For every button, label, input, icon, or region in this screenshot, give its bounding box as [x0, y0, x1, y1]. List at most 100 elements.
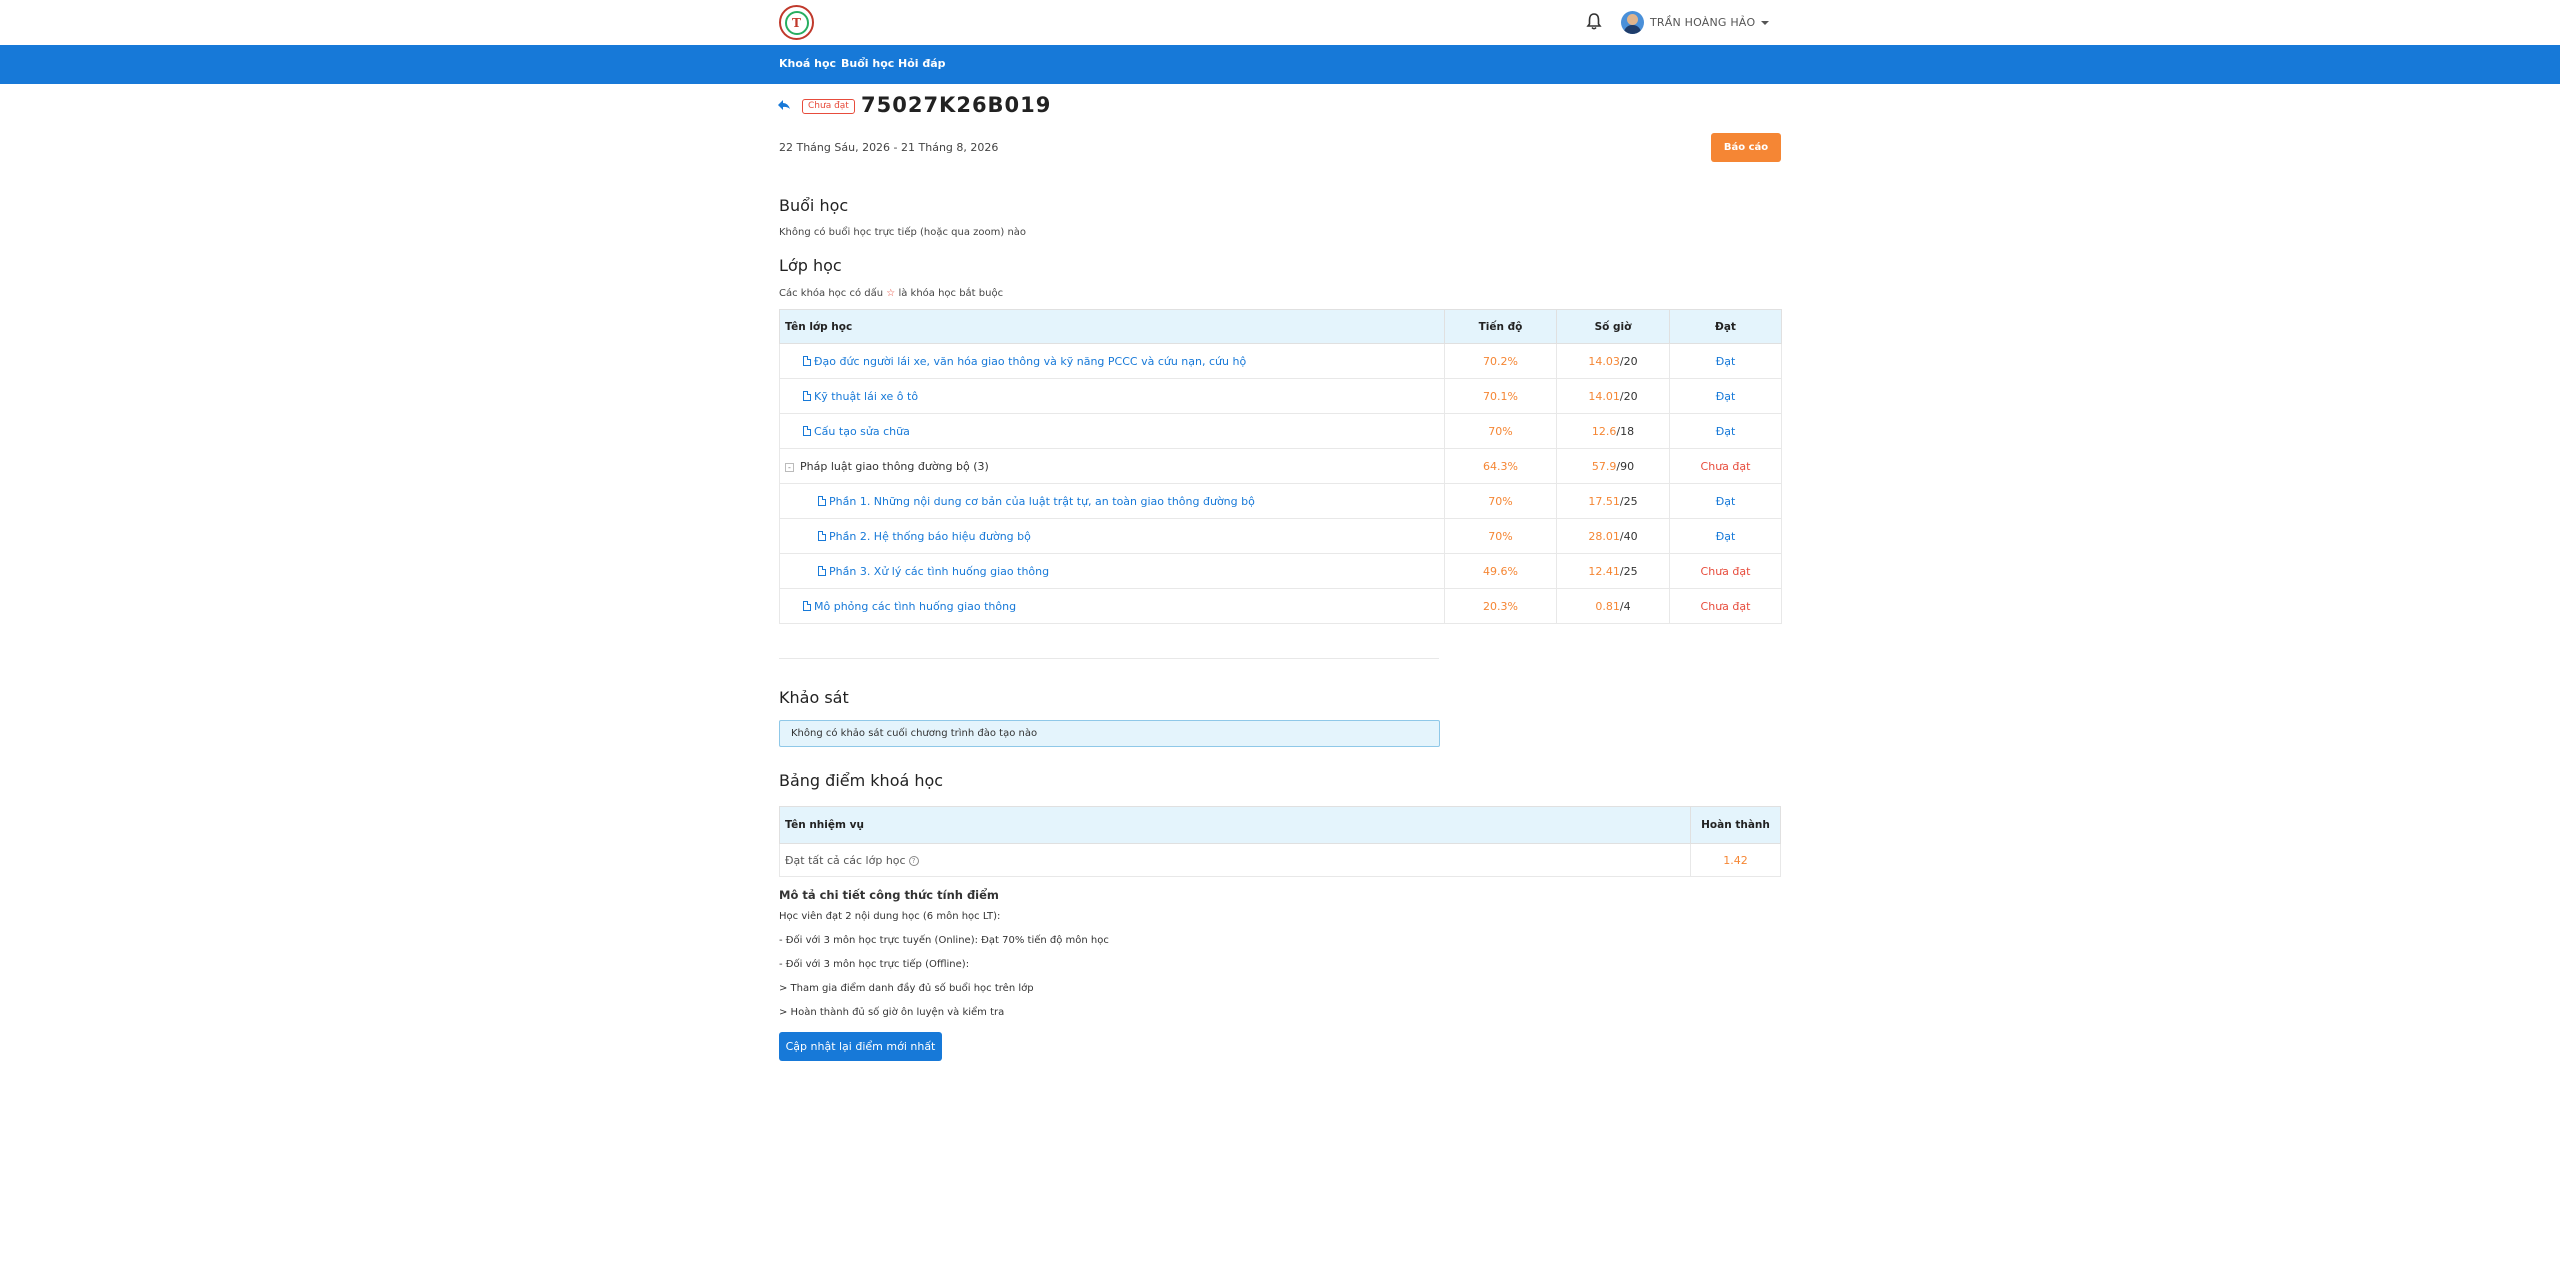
status-badge: Chưa đạt — [802, 99, 855, 114]
date-range: 22 Tháng Sáu, 2026 - 21 Tháng 8, 2026 — [779, 141, 999, 154]
column-header-progress: Tiến độ — [1444, 309, 1557, 344]
formula-line: - Đối với 3 môn học trực tiếp (Offline): — [779, 959, 970, 970]
document-icon — [803, 390, 811, 401]
hours-done: 14.01 — [1588, 389, 1620, 403]
formula-line: > Hoàn thành đủ số giờ ôn luyện và kiểm … — [779, 1007, 1005, 1018]
classes-heading: Lớp học — [779, 256, 842, 275]
bell-icon[interactable] — [1586, 12, 1602, 32]
classes-note-after: là khóa học bắt buộc — [898, 288, 1004, 299]
hours-total: /25 — [1619, 494, 1638, 508]
hours-total: /4 — [1619, 599, 1631, 613]
school-logo[interactable]: T — [779, 5, 814, 40]
document-icon — [803, 425, 811, 436]
progress-cell: 70.1% — [1444, 378, 1557, 414]
column-header-pass: Đạt — [1669, 309, 1782, 344]
logo-emblem: T — [784, 10, 809, 35]
score-value: 1.42 — [1690, 843, 1781, 877]
column-header-task: Tên nhiệm vụ — [779, 806, 1691, 844]
class-link[interactable]: Đạo đức người lái xe, văn hóa giao thông… — [814, 355, 1246, 368]
hours-done: 57.9 — [1591, 459, 1617, 473]
formula-line: - Đối với 3 môn học trực tuyến (Online):… — [779, 935, 1109, 946]
pass-status: Đạt — [1669, 378, 1782, 414]
table-row: Kỹ thuật lái xe ô tô 70.1% 14.01/20 Đạt — [779, 378, 1782, 414]
hours-done: 14.03 — [1588, 354, 1620, 368]
collapse-toggle-icon[interactable]: - — [785, 462, 794, 472]
user-name: TRẦN HOÀNG HẢO — [1650, 16, 1756, 29]
hours-total: /90 — [1616, 459, 1635, 473]
sessions-heading: Buổi học — [779, 196, 849, 215]
hours-total: /18 — [1616, 424, 1635, 438]
hours-cell: 0.81/4 — [1556, 588, 1670, 624]
hours-cell: 57.9/90 — [1556, 448, 1670, 484]
class-link[interactable]: Phần 3. Xử lý các tình huống giao thông — [829, 565, 1049, 578]
hours-cell: 28.01/40 — [1556, 518, 1670, 554]
chevron-down-icon — [1761, 20, 1770, 25]
pass-status: Chưa đạt — [1669, 448, 1782, 484]
table-row: Cấu tạo sửa chữa 70% 12.6/18 Đạt — [779, 413, 1782, 449]
page-title: 75027K26B019 — [861, 93, 1052, 117]
back-arrow-icon[interactable] — [777, 98, 791, 112]
survey-empty-alert: Không có khảo sát cuối chương trình đào … — [779, 720, 1440, 747]
hours-cell: 12.6/18 — [1556, 413, 1670, 449]
nav-item-courses[interactable]: Khoá học — [779, 57, 836, 70]
progress-cell: 70.2% — [1444, 343, 1557, 379]
class-name-cell: Kỹ thuật lái xe ô tô — [779, 378, 1445, 414]
column-header-done: Hoàn thành — [1690, 806, 1781, 844]
progress-cell: 64.3% — [1444, 448, 1557, 484]
class-link[interactable]: Cấu tạo sửa chữa — [814, 425, 910, 438]
hours-cell: 14.01/20 — [1556, 378, 1670, 414]
star-icon: ☆ — [886, 288, 896, 299]
hours-done: 28.01 — [1588, 529, 1620, 543]
class-link[interactable]: Mô phỏng các tình huống giao thông — [814, 600, 1016, 613]
column-header-name: Tên lớp học — [779, 309, 1445, 344]
top-bar: T TRẦN HOÀNG HẢO — [0, 0, 2560, 45]
hours-cell: 12.41/25 — [1556, 553, 1670, 589]
pass-status: Đạt — [1669, 413, 1782, 449]
class-link[interactable]: Kỹ thuật lái xe ô tô — [814, 390, 918, 403]
pass-status: Đạt — [1669, 483, 1782, 519]
group-row: - Pháp luật giao thông đường bộ (3) 64.3% 5… — [779, 448, 1782, 484]
group-name: Pháp luật giao thông đường bộ — [800, 459, 970, 473]
class-link[interactable]: Phần 2. Hệ thống báo hiệu đường bộ — [829, 530, 1031, 543]
hours-cell: 17.51/25 — [1556, 483, 1670, 519]
sessions-empty-text: Không có buổi học trực tiếp (hoặc qua zo… — [779, 227, 1027, 238]
hours-done: 0.81 — [1595, 599, 1620, 613]
document-icon — [803, 355, 811, 366]
update-score-button[interactable]: Cập nhật lại điểm mới nhất — [779, 1032, 942, 1061]
table-row: Đạo đức người lái xe, văn hóa giao thông… — [779, 343, 1782, 379]
table-row: Phần 3. Xử lý các tình huống giao thông 4… — [779, 553, 1782, 589]
progress-cell: 49.6% — [1444, 553, 1557, 589]
user-avatar — [1621, 11, 1644, 34]
pass-status: Đạt — [1669, 518, 1782, 554]
nav-item-sessions[interactable]: Buổi học — [841, 57, 894, 70]
section-divider — [779, 658, 1439, 659]
user-menu[interactable]: TRẦN HOÀNG HẢO — [1621, 10, 1770, 35]
nav-item-qa[interactable]: Hỏi đáp — [898, 57, 946, 70]
progress-cell: 70% — [1444, 483, 1557, 519]
formula-line: > Tham gia điểm danh đầy đủ số buổi học … — [779, 983, 1034, 994]
hours-done: 17.51 — [1588, 494, 1620, 508]
class-name-cell: Phần 2. Hệ thống báo hiệu đường bộ — [779, 518, 1445, 554]
document-icon — [818, 530, 826, 541]
scores-table-header: Tên nhiệm vụ Hoàn thành — [779, 806, 1781, 844]
classes-note: Các khóa học có dấu ☆ là khóa học bắt bu… — [779, 288, 1003, 299]
class-name-cell: Cấu tạo sửa chữa — [779, 413, 1445, 449]
document-icon — [803, 600, 811, 611]
hours-total: /25 — [1619, 564, 1638, 578]
class-link[interactable]: Phần 1. Những nội dung cơ bản của luật t… — [829, 495, 1255, 508]
classes-table-body: Đạo đức người lái xe, văn hóa giao thông… — [779, 343, 1782, 624]
document-icon — [818, 495, 826, 506]
score-task-cell: Đạt tất cả các lớp học? — [779, 843, 1691, 877]
table-row: Đạt tất cả các lớp học? 1.42 — [779, 843, 1781, 877]
document-icon — [818, 565, 826, 576]
classes-note-before: Các khóa học có dấu — [779, 288, 884, 299]
pass-status: Đạt — [1669, 343, 1782, 379]
classes-table: Tên lớp học Tiến độ Số giờ Đạt Đạo đức n… — [779, 309, 1782, 624]
progress-cell: 20.3% — [1444, 588, 1557, 624]
class-name-cell: - Pháp luật giao thông đường bộ (3) — [779, 448, 1445, 484]
hours-total: /40 — [1619, 529, 1638, 543]
classes-table-header: Tên lớp học Tiến độ Số giờ Đạt — [779, 309, 1782, 344]
report-button[interactable]: Báo cáo — [1711, 133, 1781, 162]
help-icon[interactable]: ? — [908, 855, 919, 866]
hours-cell: 14.03/20 — [1556, 343, 1670, 379]
